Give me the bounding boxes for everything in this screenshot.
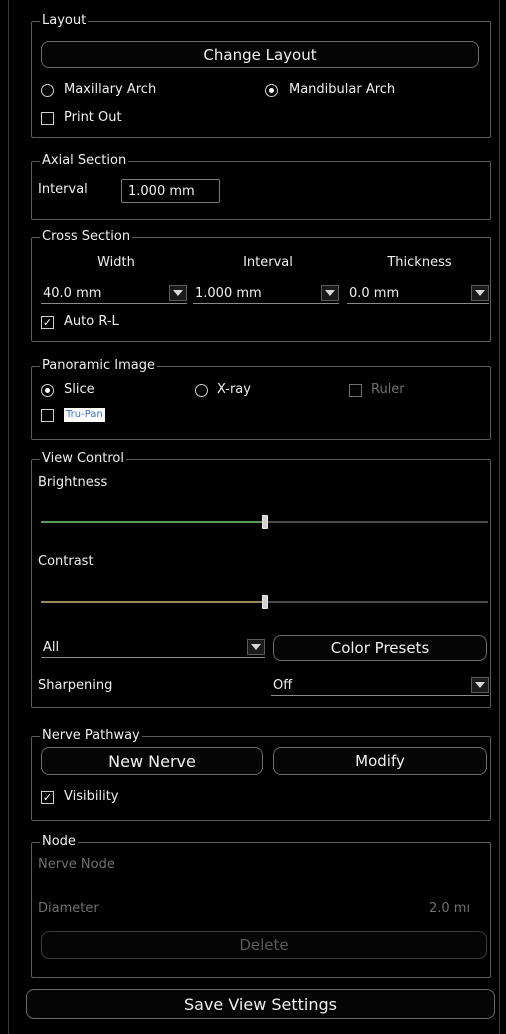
delete-button[interactable]: Delete (41, 931, 487, 959)
auto-rl-checkbox[interactable]: ✓ (41, 316, 54, 329)
nerve-pathway-group: Nerve Pathway (31, 729, 491, 821)
xray-radio[interactable] (195, 384, 208, 397)
brightness-label: Brightness (38, 475, 108, 490)
cross-thickness-value: 0.0 mm (349, 286, 400, 301)
cross-thickness-select[interactable]: 0.0 mm (347, 284, 489, 304)
chevron-down-icon[interactable] (471, 285, 489, 301)
xray-label: X-ray (217, 382, 251, 397)
cross-width-label: Width (97, 255, 135, 270)
visibility-label: Visibility (64, 789, 119, 804)
auto-rl-label: Auto R-L (64, 314, 119, 329)
nerve-pathway-legend: Nerve Pathway (42, 728, 140, 743)
contrast-fill (41, 601, 265, 603)
cross-interval-value: 1.000 mm (195, 286, 262, 301)
trupan-checkbox[interactable] (41, 409, 54, 422)
slice-radio[interactable] (41, 384, 54, 397)
print-out-checkbox[interactable] (41, 112, 54, 125)
layout-legend: Layout (42, 13, 87, 28)
visibility-checkbox[interactable]: ✓ (41, 791, 54, 804)
brightness-track[interactable] (41, 515, 488, 529)
cross-interval-label: Interval (243, 255, 293, 270)
contrast-label: Contrast (38, 554, 94, 569)
nerve-node-label: Nerve Node (38, 857, 115, 872)
print-out-label: Print Out (64, 110, 122, 125)
axial-section-legend: Axial Section (42, 153, 127, 168)
brightness-fill (41, 521, 265, 523)
diameter-label: Diameter (38, 901, 99, 916)
new-nerve-button[interactable]: New Nerve (41, 747, 263, 775)
cross-width-select[interactable]: 40.0 mm (41, 284, 187, 304)
mandibular-arch-label: Mandibular Arch (289, 82, 396, 97)
save-view-settings-button[interactable]: Save View Settings (26, 989, 495, 1019)
cross-width-value: 40.0 mm (43, 286, 102, 301)
chevron-down-icon[interactable] (321, 285, 339, 301)
chevron-down-icon[interactable] (169, 285, 187, 301)
chevron-down-icon[interactable] (471, 677, 489, 693)
maxillary-arch-label: Maxillary Arch (64, 82, 157, 97)
contrast-thumb[interactable] (262, 595, 268, 609)
slice-label: Slice (64, 382, 95, 397)
cross-section-legend: Cross Section (42, 229, 131, 244)
axial-section-group: Axial Section (31, 154, 491, 220)
axial-interval-label: Interval (38, 182, 88, 197)
view-control-group: View Control (31, 452, 491, 708)
panoramic-image-group: Panoramic Image (31, 359, 491, 440)
axial-interval-input[interactable]: 1.000 mm (121, 179, 220, 203)
node-legend: Node (42, 834, 76, 849)
contrast-track[interactable] (41, 595, 488, 609)
brightness-thumb[interactable] (262, 515, 268, 529)
channel-value: All (43, 640, 60, 655)
sharpening-value: Off (273, 678, 293, 693)
maxillary-arch-radio[interactable] (41, 84, 54, 97)
cross-thickness-label: Thickness (387, 255, 452, 270)
sharpening-label: Sharpening (38, 678, 113, 693)
channel-select[interactable]: All (41, 638, 265, 658)
view-control-legend: View Control (42, 451, 124, 466)
modify-button[interactable]: Modify (273, 747, 487, 775)
change-layout-button[interactable]: Change Layout (41, 41, 479, 68)
cross-interval-select[interactable]: 1.000 mm (193, 284, 339, 304)
panoramic-image-legend: Panoramic Image (42, 358, 155, 373)
sharpening-select[interactable]: Off (271, 676, 489, 696)
trupan-logo: Tru-Pan (64, 408, 105, 422)
color-presets-button[interactable]: Color Presets (273, 635, 487, 661)
chevron-down-icon[interactable] (247, 639, 265, 655)
diameter-value: 2.0 mı (429, 901, 471, 916)
ruler-label: Ruler (371, 382, 405, 397)
settings-panel: Layout Change Layout Maxillary Arch Mand… (8, 0, 500, 1034)
mandibular-arch-radio[interactable] (265, 84, 278, 97)
ruler-checkbox[interactable] (349, 384, 362, 397)
